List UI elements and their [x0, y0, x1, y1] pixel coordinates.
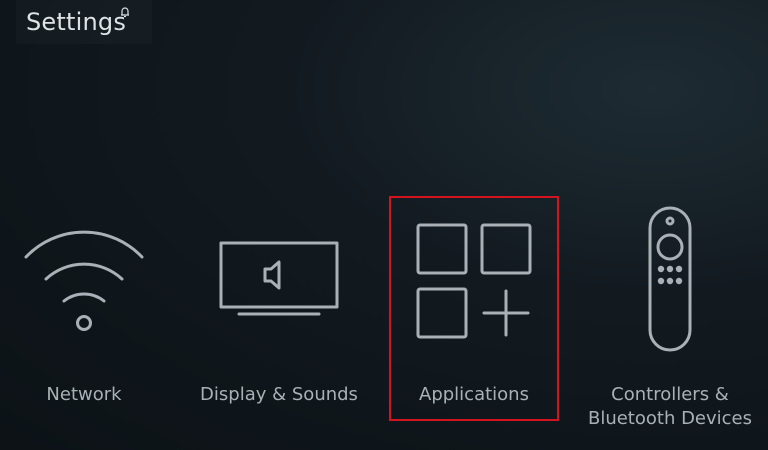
- tile-label-controllers-line2: Bluetooth Devices: [587, 408, 753, 429]
- tile-display-sounds[interactable]: Display & Sounds: [194, 197, 364, 420]
- tile-network[interactable]: Network: [0, 197, 168, 420]
- tile-label-controllers-line1: Controllers &: [611, 384, 729, 405]
- remote-control-icon: [648, 206, 692, 352]
- tile-label-applications: Applications: [419, 384, 529, 405]
- page-title: Settings: [26, 8, 127, 36]
- apps-grid-icon: [416, 223, 532, 339]
- tile-label-network: Network: [46, 384, 122, 405]
- tile-label-display-sounds: Display & Sounds: [200, 384, 358, 405]
- wifi-icon: [24, 230, 144, 331]
- tv-speaker-icon: [219, 241, 339, 316]
- bell-icon: [121, 7, 129, 18]
- tile-controllers-bluetooth[interactable]: Controllers & Bluetooth Devices: [580, 197, 760, 429]
- tile-applications[interactable]: Applications: [389, 196, 559, 421]
